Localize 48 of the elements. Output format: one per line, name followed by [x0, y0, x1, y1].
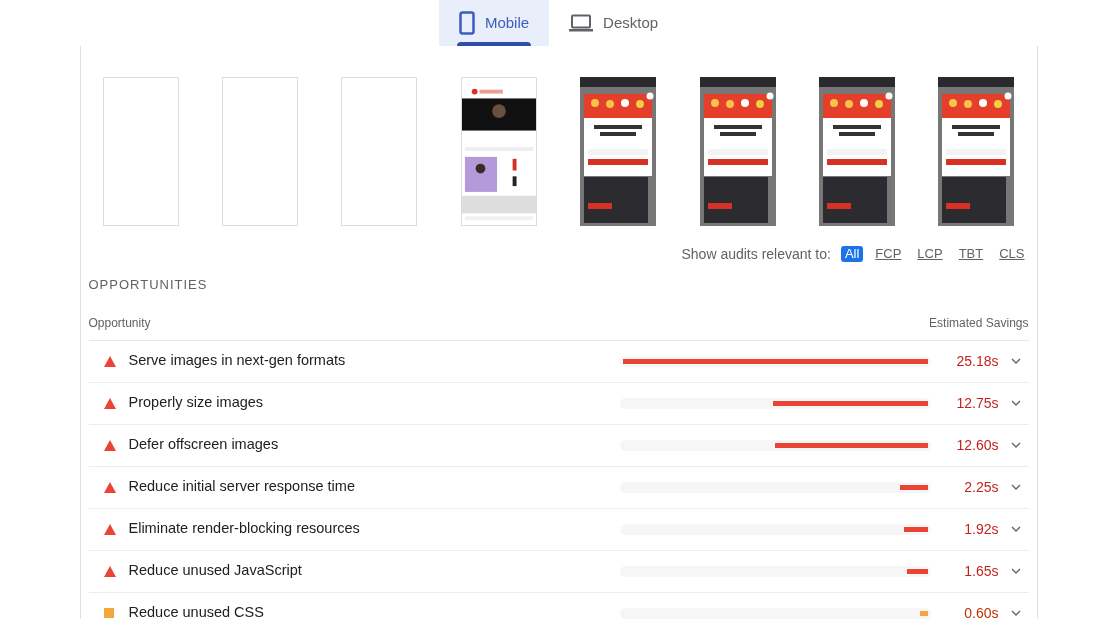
- opportunity-row[interactable]: Eliminate render-blocking resources 1.92s: [88, 508, 1029, 551]
- warning-triangle-icon: [103, 355, 116, 367]
- chevron-down-icon[interactable]: [1010, 526, 1021, 532]
- opportunity-title: Reduce unused JavaScript: [128, 561, 302, 581]
- metric-filter-chip[interactable]: CLS: [995, 246, 1029, 262]
- opportunity-row[interactable]: Reduce initial server response time 2.25s: [88, 466, 1029, 509]
- savings-value: 2.25s: [963, 477, 999, 497]
- savings-value: 12.75s: [955, 393, 999, 413]
- square-icon: [103, 608, 114, 618]
- metric-filter-chip[interactable]: TBT: [954, 246, 988, 262]
- warning-triangle-icon: [103, 565, 116, 577]
- opportunity-row[interactable]: Serve images in next-gen formats 25.18s: [88, 340, 1029, 383]
- filter-label: Show audits relevant to:: [681, 244, 831, 264]
- warning-triangle-icon: [103, 523, 116, 535]
- warning-triangle-icon: [103, 481, 116, 493]
- opportunity-row[interactable]: Reduce unused JavaScript 1.65s: [88, 550, 1029, 593]
- savings-value: 25.18s: [955, 351, 999, 371]
- device-tab[interactable]: Desktop: [549, 0, 679, 46]
- opportunity-title: Properly size images: [128, 393, 264, 413]
- savings-value: 12.60s: [955, 435, 999, 455]
- savings-value: 1.65s: [963, 561, 999, 581]
- savings-value: 0.60s: [963, 603, 999, 619]
- opportunity-title: Reduce unused CSS: [128, 603, 264, 619]
- opportunity-row[interactable]: Properly size images 12.75s: [88, 382, 1029, 425]
- metric-filter-chip[interactable]: FCP: [871, 246, 906, 262]
- opportunity-title: Reduce initial server response time: [128, 477, 355, 497]
- warning-triangle-icon: [103, 397, 116, 409]
- opportunity-row[interactable]: Reduce unused CSS 0.60s: [88, 592, 1029, 619]
- column-header: Opportunity: [88, 314, 151, 332]
- column-header: Estimated Savings: [929, 314, 1029, 332]
- savings-value: 1.92s: [963, 519, 999, 539]
- warning-triangle-icon: [103, 439, 116, 451]
- opportunity-title: Defer offscreen images: [128, 435, 279, 455]
- opportunity-row[interactable]: Defer offscreen images 12.60s: [88, 424, 1029, 467]
- chevron-down-icon[interactable]: [1010, 442, 1021, 448]
- chevron-down-icon[interactable]: [1010, 610, 1021, 616]
- section-title: OPPORTUNITIES: [88, 276, 209, 294]
- metric-filter-chip[interactable]: LCP: [913, 246, 947, 262]
- opportunity-title: Eliminate render-blocking resources: [128, 519, 360, 539]
- laptop-icon: [569, 14, 594, 32]
- phone-icon: [458, 11, 475, 35]
- device-tab[interactable]: Mobile: [438, 0, 550, 46]
- chevron-down-icon[interactable]: [1010, 484, 1021, 490]
- chevron-down-icon[interactable]: [1010, 358, 1021, 364]
- opportunity-title: Serve images in next-gen formats: [128, 351, 346, 371]
- chevron-down-icon[interactable]: [1010, 400, 1021, 406]
- chevron-down-icon[interactable]: [1010, 568, 1021, 574]
- metric-filter-chip[interactable]: All: [840, 246, 864, 262]
